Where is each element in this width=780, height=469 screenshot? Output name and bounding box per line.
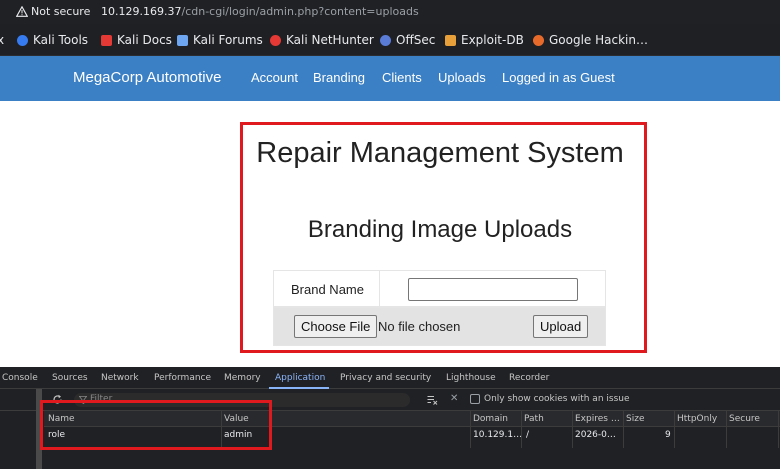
col-size[interactable]: Size <box>626 414 644 424</box>
col-secure[interactable]: Secure <box>729 414 760 424</box>
browser-url-bar[interactable]: Not secure 10.129.169.37/cdn-cgi/login/a… <box>0 0 780 24</box>
bookmark-label: Exploit-DB <box>461 33 524 47</box>
exploitdb-icon <box>445 34 456 46</box>
highlight-box <box>240 122 647 353</box>
cookie-path[interactable]: / <box>526 430 529 440</box>
col-path[interactable]: Path <box>524 414 544 424</box>
bookmark-label: Kali Forums <box>193 33 263 47</box>
column-divider <box>521 411 522 448</box>
navbar-brand[interactable]: MegaCorp Automotive <box>73 69 221 86</box>
offsec-icon <box>380 34 391 46</box>
tab-performance[interactable]: Performance <box>154 373 211 383</box>
security-label: Not secure <box>31 5 91 18</box>
screenshot-root: Not secure 10.129.169.37/cdn-cgi/login/a… <box>0 0 780 469</box>
bookmark-google-hacking[interactable]: Google Hackin… <box>533 33 648 47</box>
column-divider <box>674 411 675 448</box>
bookmark-label: Google Hackin… <box>549 33 648 47</box>
nav-link-uploads[interactable]: Uploads <box>438 70 486 85</box>
col-expires[interactable]: Expires … <box>575 414 620 424</box>
tab-application[interactable]: Application <box>275 373 325 383</box>
url-host: 10.129.169.37 <box>101 5 182 18</box>
warning-triangle-icon <box>16 6 28 17</box>
nav-link-clients[interactable]: Clients <box>382 70 422 85</box>
bookmark-exploit-db[interactable]: Exploit-DB <box>445 33 524 47</box>
cookie-domain[interactable]: 10.129.1… <box>473 430 522 440</box>
nav-link-branding[interactable]: Branding <box>313 70 365 85</box>
bookmarks-bar: x Kali Tools Kali Docs Kali Forums Kali … <box>0 24 780 56</box>
nav-link-logged-in[interactable]: Logged in as Guest <box>502 70 615 85</box>
only-issue-checkbox[interactable] <box>470 394 480 404</box>
bookmark-kali-docs[interactable]: Kali Docs <box>101 33 172 47</box>
cookie-size[interactable]: 9 <box>665 430 671 440</box>
tab-console[interactable]: Console <box>2 373 38 383</box>
column-divider <box>778 411 779 448</box>
tab-lighthouse[interactable]: Lighthouse <box>446 373 496 383</box>
bookmark-kali-nethunter[interactable]: Kali NetHunter <box>270 33 374 47</box>
bookmark-kali-forums[interactable]: Kali Forums <box>177 33 263 47</box>
tab-memory[interactable]: Memory <box>224 373 261 383</box>
bookmark-kali-tools[interactable]: Kali Tools <box>17 33 88 47</box>
nav-link-account[interactable]: Account <box>251 70 298 85</box>
tab-privacy-security[interactable]: Privacy and security <box>340 373 431 383</box>
kali-icon <box>17 34 28 46</box>
tab-network[interactable]: Network <box>101 373 139 383</box>
cookie-highlight-box <box>40 400 272 450</box>
bookmark-label: Kali NetHunter <box>286 33 374 47</box>
column-divider <box>470 411 471 448</box>
col-httponly[interactable]: HttpOnly <box>677 414 717 424</box>
bookmark-overflow[interactable]: x <box>0 33 4 47</box>
cookie-expires[interactable]: 2026-0… <box>575 430 616 440</box>
only-issue-label: Only show cookies with an issue <box>484 394 630 404</box>
ghdb-icon <box>533 34 544 46</box>
tab-recorder[interactable]: Recorder <box>509 373 549 383</box>
col-domain[interactable]: Domain <box>473 414 508 424</box>
bookmark-label: OffSec <box>396 33 436 47</box>
column-divider <box>623 411 624 448</box>
nethunter-icon <box>270 34 281 46</box>
forums-icon <box>177 34 188 46</box>
url-path: /cdn-cgi/login/admin.php?content=uploads <box>181 5 419 18</box>
tab-sources[interactable]: Sources <box>52 373 88 383</box>
delete-all-icon[interactable]: ✕ <box>450 393 458 404</box>
docs-icon <box>101 34 112 46</box>
clear-filtered-icon[interactable] <box>427 395 438 405</box>
bookmark-label: Kali Tools <box>33 33 89 47</box>
devtools-tabs: Console Sources Network Performance Memo… <box>0 367 780 389</box>
bookmark-offsec[interactable]: OffSec <box>380 33 435 47</box>
column-divider <box>726 411 727 448</box>
site-navbar: MegaCorp Automotive Account Branding Cli… <box>0 56 780 101</box>
security-indicator[interactable]: Not secure <box>16 5 90 18</box>
column-divider <box>572 411 573 448</box>
url-text[interactable]: 10.129.169.37/cdn-cgi/login/admin.php?co… <box>101 5 419 18</box>
bookmark-label: Kali Docs <box>117 33 172 47</box>
